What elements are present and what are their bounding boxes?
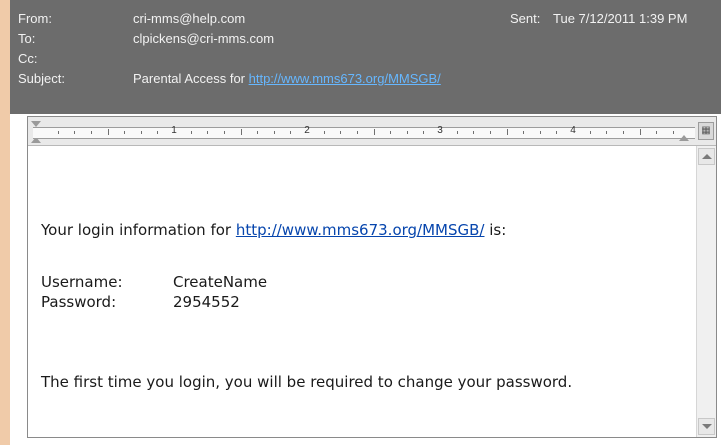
ruler-tick bbox=[456, 131, 458, 134]
ruler-tick bbox=[207, 131, 209, 134]
scroll-up-button[interactable] bbox=[698, 148, 715, 165]
subject-row: Subject: Parental Access for http://www.… bbox=[10, 69, 721, 89]
ruler-tick bbox=[223, 131, 225, 134]
ruler-number: 3 bbox=[437, 125, 443, 136]
arrow-down-icon bbox=[702, 424, 712, 429]
ruler-tick bbox=[406, 131, 408, 134]
intro-suffix: is: bbox=[489, 221, 507, 239]
ruler-tick bbox=[423, 131, 425, 134]
ruler-tick bbox=[606, 131, 608, 134]
username-label: Username: bbox=[41, 273, 123, 291]
vertical-scrollbar[interactable] bbox=[696, 146, 716, 437]
sent-label: Sent: bbox=[510, 11, 541, 26]
message-body-editor[interactable]: 1 2 3 4 ▦ Your login information for htt… bbox=[27, 116, 717, 438]
ruler-tick bbox=[57, 131, 59, 134]
intro-line: Your login information for http://www.mm… bbox=[41, 221, 506, 239]
ruler-tick bbox=[323, 131, 325, 134]
message-header: From: cri-mms@help.com Sent: Tue 7/12/20… bbox=[10, 0, 721, 114]
ruler-tick bbox=[506, 129, 508, 135]
ruler-tick bbox=[74, 131, 76, 134]
ruler-tick bbox=[622, 131, 624, 134]
ruler-tick bbox=[124, 131, 126, 134]
ruler-strip: 1 2 3 4 bbox=[33, 125, 695, 139]
ruler-tick bbox=[356, 131, 358, 134]
ruler-tick bbox=[107, 129, 109, 135]
ruler-tick bbox=[589, 131, 591, 134]
view-ruler-toggle-icon[interactable]: ▦ bbox=[698, 122, 714, 140]
intro-prefix: Your login information for bbox=[41, 221, 232, 239]
ruler-tick bbox=[639, 129, 641, 135]
username-value: CreateName bbox=[173, 273, 268, 291]
right-indent-marker[interactable] bbox=[679, 135, 689, 141]
ruler-tick bbox=[190, 131, 192, 134]
horizontal-ruler[interactable]: 1 2 3 4 ▦ bbox=[28, 117, 716, 146]
ruler-tick bbox=[140, 131, 142, 134]
intro-link[interactable]: http://www.mms673.org/MMSGB/ bbox=[236, 221, 485, 239]
cc-row: Cc: bbox=[10, 49, 721, 69]
from-address[interactable]: cri-mms@help.com bbox=[133, 9, 245, 29]
ruler-tick bbox=[273, 131, 275, 134]
cc-label: Cc: bbox=[18, 51, 38, 66]
window-edge-accent bbox=[0, 0, 10, 445]
ruler-tick bbox=[390, 131, 392, 134]
subject-prefix: Parental Access for bbox=[133, 71, 245, 86]
subject-link[interactable]: http://www.mms673.org/MMSGB/ bbox=[249, 71, 441, 86]
to-label: To: bbox=[18, 31, 36, 46]
ruler-tick bbox=[473, 131, 475, 134]
from-row: From: cri-mms@help.com Sent: Tue 7/12/20… bbox=[10, 9, 721, 29]
arrow-up-icon bbox=[702, 154, 712, 159]
ruler-tick bbox=[373, 129, 375, 135]
ruler-number: 4 bbox=[570, 125, 576, 136]
ruler-number: 1 bbox=[171, 125, 177, 136]
password-label: Password: bbox=[41, 293, 117, 311]
ruler-tick bbox=[656, 131, 658, 134]
ruler-tick bbox=[90, 131, 92, 134]
ruler-tick bbox=[539, 131, 541, 134]
to-address[interactable]: clpickens@cri-mms.com bbox=[133, 29, 274, 49]
password-value: 2954552 bbox=[173, 293, 240, 311]
email-reading-pane: From: cri-mms@help.com Sent: Tue 7/12/20… bbox=[0, 0, 721, 445]
subject-text: Parental Access for http://www.mms673.or… bbox=[133, 69, 441, 89]
ruler-tick bbox=[157, 131, 159, 134]
ruler-tick bbox=[257, 131, 259, 134]
ruler-tick bbox=[672, 131, 674, 134]
subject-label: Subject: bbox=[18, 71, 65, 86]
ruler-tick bbox=[556, 131, 558, 134]
scroll-down-button[interactable] bbox=[698, 418, 715, 435]
ruler-number: 2 bbox=[304, 125, 310, 136]
to-row: To: clpickens@cri-mms.com bbox=[10, 29, 721, 49]
ruler-tick bbox=[489, 131, 491, 134]
password-change-notice: The first time you login, you will be re… bbox=[41, 373, 573, 391]
from-label: From: bbox=[18, 11, 52, 26]
ruler-tick bbox=[523, 131, 525, 134]
ruler-tick bbox=[240, 129, 242, 135]
ruler-tick bbox=[340, 131, 342, 134]
sent-date: Tue 7/12/2011 1:39 PM bbox=[553, 11, 688, 26]
ruler-tick bbox=[290, 131, 292, 134]
